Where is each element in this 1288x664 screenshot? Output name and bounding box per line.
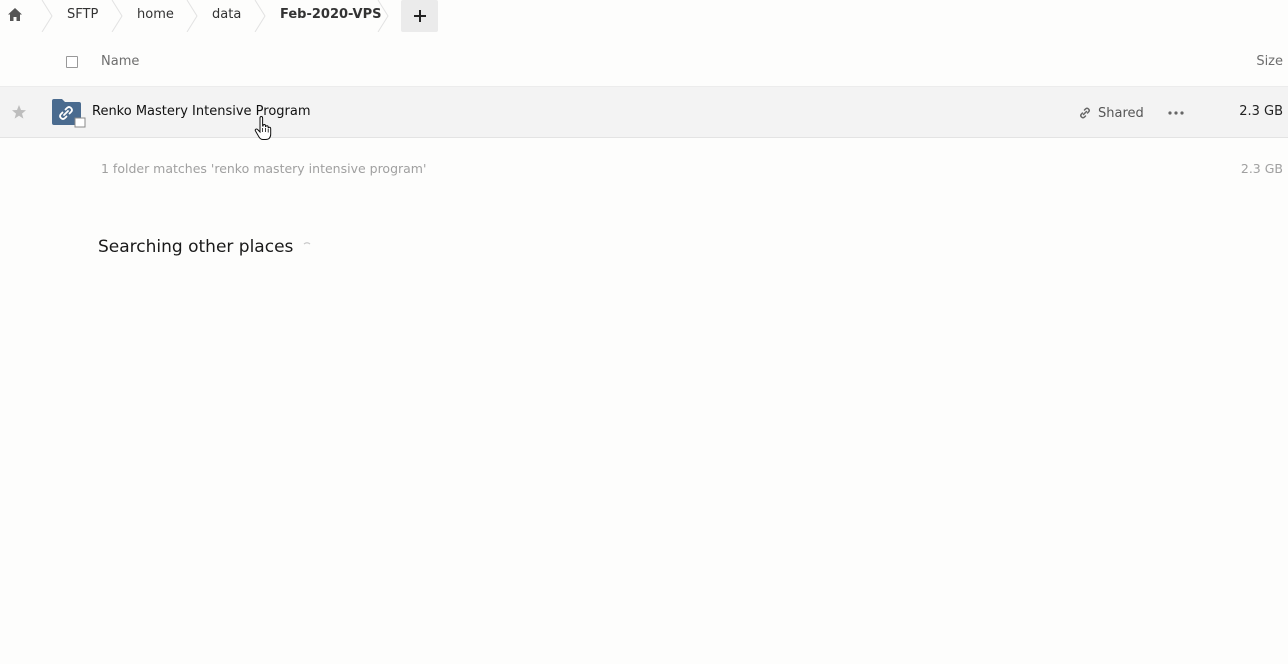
breadcrumb-item-current[interactable]: Feb-2020-VPS <box>280 7 381 22</box>
breadcrumb-item-data[interactable]: data <box>212 7 241 22</box>
ellipsis-icon <box>1168 111 1184 115</box>
plus-icon <box>413 10 426 22</box>
file-name[interactable]: Renko Mastery Intensive Program <box>92 104 311 119</box>
searching-other-places-heading: Searching other places <box>98 237 294 257</box>
breadcrumb-separator <box>41 0 53 32</box>
more-actions-button[interactable] <box>1166 103 1186 123</box>
file-size: 2.3 GB <box>1239 104 1283 119</box>
breadcrumb-separator <box>111 0 123 32</box>
file-list-header: Name Size <box>0 38 1288 87</box>
breadcrumb-separator <box>254 0 266 32</box>
breadcrumb-item-sftp[interactable]: SFTP <box>67 7 98 22</box>
breadcrumb: SFTP home data Feb-2020-VPS <box>0 0 1288 32</box>
search-summary: 1 folder matches 'renko mastery intensiv… <box>101 161 427 176</box>
column-header-size[interactable]: Size <box>1256 54 1283 69</box>
breadcrumb-item-home[interactable]: home <box>137 7 174 22</box>
shared-folder-icon[interactable] <box>51 98 87 128</box>
new-item-button[interactable] <box>401 0 438 32</box>
summary-size: 2.3 GB <box>1240 161 1283 176</box>
share-button[interactable]: Shared <box>1078 104 1144 122</box>
column-header-name[interactable]: Name <box>101 54 139 69</box>
link-icon <box>1080 107 1090 119</box>
breadcrumb-separator <box>377 0 389 32</box>
star-icon[interactable] <box>11 104 27 120</box>
share-label: Shared <box>1098 105 1144 121</box>
file-row[interactable]: Renko Mastery Intensive Program Shared 2… <box>0 87 1288 138</box>
home-icon[interactable] <box>6 6 24 24</box>
loading-spinner-icon <box>303 242 311 245</box>
select-all-checkbox[interactable] <box>66 56 78 68</box>
breadcrumb-separator <box>186 0 198 32</box>
